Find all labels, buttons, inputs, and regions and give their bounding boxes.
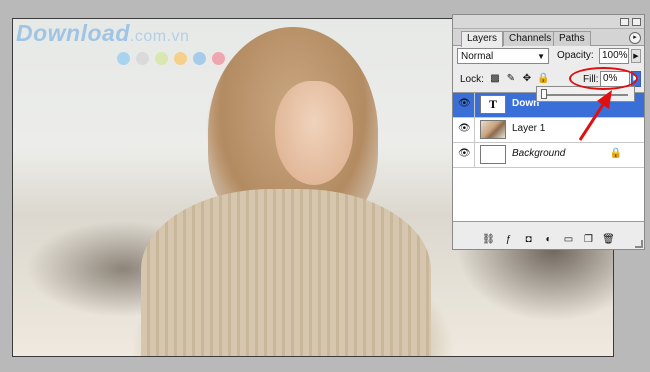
annotation-arrow — [578, 90, 612, 141]
